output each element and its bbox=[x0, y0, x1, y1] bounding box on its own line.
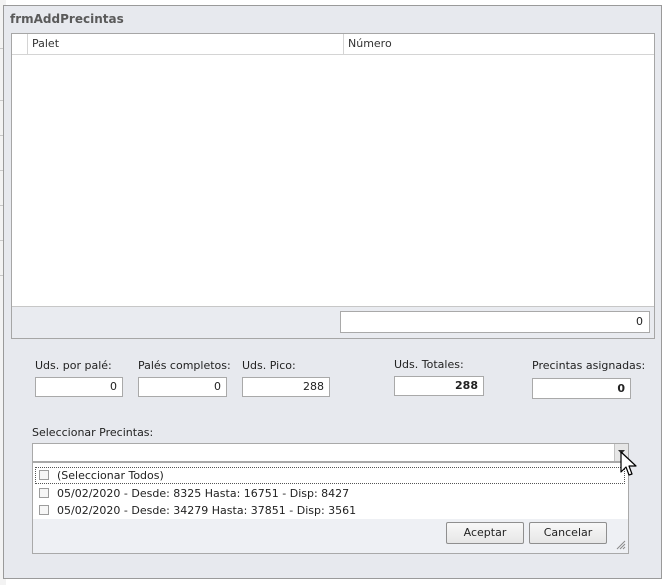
uds-pico-input[interactable]: 288 bbox=[242, 377, 330, 397]
column-header-palet[interactable]: Palet bbox=[28, 34, 344, 54]
precintas-asignadas-label: Precintas asignadas: bbox=[532, 359, 646, 372]
row-indicator-header[interactable] bbox=[12, 34, 28, 54]
uds-totales-input[interactable]: 288 bbox=[394, 376, 484, 396]
window-title: frmAddPrecintas bbox=[10, 12, 124, 26]
list-item-label: (Seleccionar Todos) bbox=[57, 469, 164, 482]
aceptar-button[interactable]: Aceptar bbox=[446, 522, 524, 544]
checkbox[interactable] bbox=[39, 488, 49, 498]
mouse-cursor-icon bbox=[620, 451, 637, 476]
precintas-combobox[interactable] bbox=[32, 443, 629, 462]
checkbox-select-all[interactable] bbox=[39, 470, 49, 480]
checkbox[interactable] bbox=[39, 505, 49, 515]
uds-por-pale-label: Uds. por palé: bbox=[35, 359, 112, 372]
list-item[interactable]: 05/02/2020 - Desde: 34279 Hasta: 37851 -… bbox=[33, 502, 628, 519]
list-item[interactable]: 05/02/2020 - Desde: 8325 Hasta: 16751 - … bbox=[33, 485, 628, 502]
cancelar-button[interactable]: Cancelar bbox=[529, 522, 607, 544]
list-item-label: 05/02/2020 - Desde: 8325 Hasta: 16751 - … bbox=[57, 487, 350, 500]
seleccionar-precintas-label: Seleccionar Precintas: bbox=[32, 426, 154, 439]
uds-pico-label: Uds. Pico: bbox=[242, 359, 296, 372]
uds-por-pale-input[interactable]: 0 bbox=[35, 377, 123, 397]
list-item-select-all[interactable]: (Seleccionar Todos) bbox=[33, 467, 628, 484]
list-item-label: 05/02/2020 - Desde: 34279 Hasta: 37851 -… bbox=[57, 504, 357, 517]
precintas-asignadas-input[interactable]: 0 bbox=[532, 378, 631, 399]
grid-header: Palet Número bbox=[12, 34, 654, 55]
column-header-numero[interactable]: Número bbox=[344, 34, 654, 54]
precintas-checklist[interactable]: (Seleccionar Todos) 05/02/2020 - Desde: … bbox=[33, 463, 628, 519]
resize-grip-icon[interactable] bbox=[614, 538, 626, 550]
grid-footer: 0 bbox=[12, 306, 654, 338]
pales-completos-input[interactable]: 0 bbox=[138, 377, 227, 397]
pales-completos-label: Palés completos: bbox=[138, 359, 231, 372]
precintas-grid[interactable]: Palet Número 0 bbox=[11, 33, 655, 339]
uds-totales-label: Uds. Totales: bbox=[394, 358, 464, 371]
footer-total-field: 0 bbox=[340, 311, 650, 333]
